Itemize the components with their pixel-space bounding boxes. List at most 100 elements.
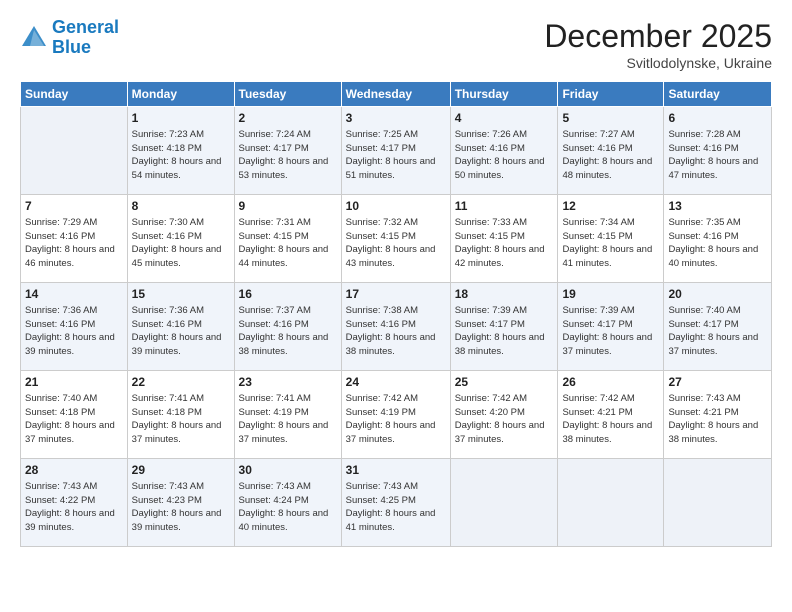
calendar-day-cell: 16 Sunrise: 7:37 AMSunset: 4:16 PMDayligh… [234, 283, 341, 371]
calendar-day-cell: 8Sunrise: 7:30 AMSunset: 4:16 PMDaylight… [127, 195, 234, 283]
weekday-header: Tuesday [234, 82, 341, 107]
day-info: Sunrise: 7:35 AMSunset: 4:16 PMDaylight:… [668, 217, 758, 269]
calendar-day-cell: 3Sunrise: 7:25 AMSunset: 4:17 PMDaylight… [341, 107, 450, 195]
month-title: December 2025 [544, 18, 772, 55]
calendar-day-cell: 21 Sunrise: 7:40 AMSunset: 4:18 PMDayligh… [21, 371, 128, 459]
day-info: Sunrise: 7:26 AMSunset: 4:16 PMDaylight:… [455, 129, 545, 181]
day-info: Sunrise: 7:31 AMSunset: 4:15 PMDaylight:… [239, 217, 329, 269]
weekday-header: Friday [558, 82, 664, 107]
calendar-day-cell: 28 Sunrise: 7:43 AMSunset: 4:22 PMDayligh… [21, 459, 128, 547]
day-info: Sunrise: 7:43 AMSunset: 4:24 PMDaylight:… [239, 481, 329, 533]
day-number: 22 [132, 374, 230, 390]
calendar-day-cell: 22 Sunrise: 7:41 AMSunset: 4:18 PMDayligh… [127, 371, 234, 459]
calendar-day-cell [558, 459, 664, 547]
calendar-day-cell: 12 Sunrise: 7:34 AMSunset: 4:15 PMDayligh… [558, 195, 664, 283]
weekday-header: Saturday [664, 82, 772, 107]
day-info: Sunrise: 7:42 AMSunset: 4:20 PMDaylight:… [455, 393, 545, 445]
calendar-day-cell: 24Sunrise: 7:42 AMSunset: 4:19 PMDayligh… [341, 371, 450, 459]
day-info: Sunrise: 7:30 AMSunset: 4:16 PMDaylight:… [132, 217, 222, 269]
day-info: Sunrise: 7:40 AMSunset: 4:17 PMDaylight:… [668, 305, 758, 357]
day-info: Sunrise: 7:41 AMSunset: 4:18 PMDaylight:… [132, 393, 222, 445]
day-info: Sunrise: 7:36 AMSunset: 4:16 PMDaylight:… [25, 305, 115, 357]
day-number: 19 [562, 286, 659, 302]
calendar-day-cell: 26 Sunrise: 7:42 AMSunset: 4:21 PMDayligh… [558, 371, 664, 459]
logo-text: General Blue [52, 18, 119, 58]
calendar-day-cell: 31 Sunrise: 7:43 AMSunset: 4:25 PMDayligh… [341, 459, 450, 547]
calendar-week-row: 28 Sunrise: 7:43 AMSunset: 4:22 PMDayligh… [21, 459, 772, 547]
day-number: 26 [562, 374, 659, 390]
weekday-header: Monday [127, 82, 234, 107]
calendar-table: SundayMondayTuesdayWednesdayThursdayFrid… [20, 81, 772, 547]
day-number: 20 [668, 286, 767, 302]
calendar-day-cell: 14 Sunrise: 7:36 AMSunset: 4:16 PMDayligh… [21, 283, 128, 371]
day-info: Sunrise: 7:37 AMSunset: 4:16 PMDaylight:… [239, 305, 329, 357]
day-number: 31 [346, 462, 446, 478]
day-number: 28 [25, 462, 123, 478]
day-number: 4 [455, 110, 554, 126]
calendar-day-cell: 2Sunrise: 7:24 AMSunset: 4:17 PMDaylight… [234, 107, 341, 195]
calendar-week-row: 1 Sunrise: 7:23 AMSunset: 4:18 PMDaylight… [21, 107, 772, 195]
weekday-header: Wednesday [341, 82, 450, 107]
calendar-day-cell: 29Sunrise: 7:43 AMSunset: 4:23 PMDayligh… [127, 459, 234, 547]
day-number: 7 [25, 198, 123, 214]
day-info: Sunrise: 7:32 AMSunset: 4:15 PMDaylight:… [346, 217, 436, 269]
day-number: 1 [132, 110, 230, 126]
logo-blue: Blue [52, 37, 91, 57]
day-info: Sunrise: 7:29 AMSunset: 4:16 PMDaylight:… [25, 217, 115, 269]
calendar-day-cell: 25Sunrise: 7:42 AMSunset: 4:20 PMDayligh… [450, 371, 558, 459]
weekday-header: Sunday [21, 82, 128, 107]
calendar-day-cell: 23 Sunrise: 7:41 AMSunset: 4:19 PMDayligh… [234, 371, 341, 459]
day-info: Sunrise: 7:38 AMSunset: 4:16 PMDaylight:… [346, 305, 436, 357]
day-info: Sunrise: 7:39 AMSunset: 4:17 PMDaylight:… [455, 305, 545, 357]
logo-general: General [52, 17, 119, 37]
day-info: Sunrise: 7:43 AMSunset: 4:23 PMDaylight:… [132, 481, 222, 533]
calendar-week-row: 7 Sunrise: 7:29 AMSunset: 4:16 PMDaylight… [21, 195, 772, 283]
day-info: Sunrise: 7:43 AMSunset: 4:22 PMDaylight:… [25, 481, 115, 533]
page: General Blue December 2025 Svitlodolynsk… [0, 0, 792, 612]
day-info: Sunrise: 7:42 AMSunset: 4:21 PMDaylight:… [562, 393, 652, 445]
day-number: 12 [562, 198, 659, 214]
day-info: Sunrise: 7:24 AMSunset: 4:17 PMDaylight:… [239, 129, 329, 181]
day-number: 23 [239, 374, 337, 390]
calendar-day-cell [664, 459, 772, 547]
calendar-day-cell: 15 Sunrise: 7:36 AMSunset: 4:16 PMDayligh… [127, 283, 234, 371]
day-info: Sunrise: 7:39 AMSunset: 4:17 PMDaylight:… [562, 305, 652, 357]
day-number: 27 [668, 374, 767, 390]
day-number: 21 [25, 374, 123, 390]
day-number: 9 [239, 198, 337, 214]
calendar-day-cell: 27 Sunrise: 7:43 AMSunset: 4:21 PMDayligh… [664, 371, 772, 459]
day-number: 10 [346, 198, 446, 214]
calendar-day-cell: 5Sunrise: 7:27 AMSunset: 4:16 PMDaylight… [558, 107, 664, 195]
logo: General Blue [20, 18, 119, 58]
day-info: Sunrise: 7:43 AMSunset: 4:25 PMDaylight:… [346, 481, 436, 533]
calendar-day-cell: 20 Sunrise: 7:40 AMSunset: 4:17 PMDayligh… [664, 283, 772, 371]
header: General Blue December 2025 Svitlodolynsk… [20, 18, 772, 71]
day-number: 15 [132, 286, 230, 302]
calendar-day-cell: 18Sunrise: 7:39 AMSunset: 4:17 PMDayligh… [450, 283, 558, 371]
day-number: 17 [346, 286, 446, 302]
day-info: Sunrise: 7:43 AMSunset: 4:21 PMDaylight:… [668, 393, 758, 445]
calendar-day-cell: 19 Sunrise: 7:39 AMSunset: 4:17 PMDayligh… [558, 283, 664, 371]
day-info: Sunrise: 7:28 AMSunset: 4:16 PMDaylight:… [668, 129, 758, 181]
calendar-day-cell: 13 Sunrise: 7:35 AMSunset: 4:16 PMDayligh… [664, 195, 772, 283]
calendar-day-cell: 11Sunrise: 7:33 AMSunset: 4:15 PMDayligh… [450, 195, 558, 283]
day-number: 14 [25, 286, 123, 302]
day-info: Sunrise: 7:36 AMSunset: 4:16 PMDaylight:… [132, 305, 222, 357]
day-info: Sunrise: 7:25 AMSunset: 4:17 PMDaylight:… [346, 129, 436, 181]
weekday-header: Thursday [450, 82, 558, 107]
day-info: Sunrise: 7:23 AMSunset: 4:18 PMDaylight:… [132, 129, 222, 181]
day-info: Sunrise: 7:40 AMSunset: 4:18 PMDaylight:… [25, 393, 115, 445]
calendar-day-cell: 6Sunrise: 7:28 AMSunset: 4:16 PMDaylight… [664, 107, 772, 195]
logo-icon [20, 24, 48, 52]
calendar-header-row: SundayMondayTuesdayWednesdayThursdayFrid… [21, 82, 772, 107]
day-number: 13 [668, 198, 767, 214]
day-number: 16 [239, 286, 337, 302]
calendar-day-cell: 7 Sunrise: 7:29 AMSunset: 4:16 PMDaylight… [21, 195, 128, 283]
location-subtitle: Svitlodolynske, Ukraine [544, 55, 772, 71]
day-info: Sunrise: 7:34 AMSunset: 4:15 PMDaylight:… [562, 217, 652, 269]
calendar-day-cell: 4 Sunrise: 7:26 AMSunset: 4:16 PMDaylight… [450, 107, 558, 195]
calendar-day-cell: 10 Sunrise: 7:32 AMSunset: 4:15 PMDayligh… [341, 195, 450, 283]
calendar-week-row: 21 Sunrise: 7:40 AMSunset: 4:18 PMDayligh… [21, 371, 772, 459]
day-info: Sunrise: 7:41 AMSunset: 4:19 PMDaylight:… [239, 393, 329, 445]
calendar-day-cell: 1 Sunrise: 7:23 AMSunset: 4:18 PMDaylight… [127, 107, 234, 195]
